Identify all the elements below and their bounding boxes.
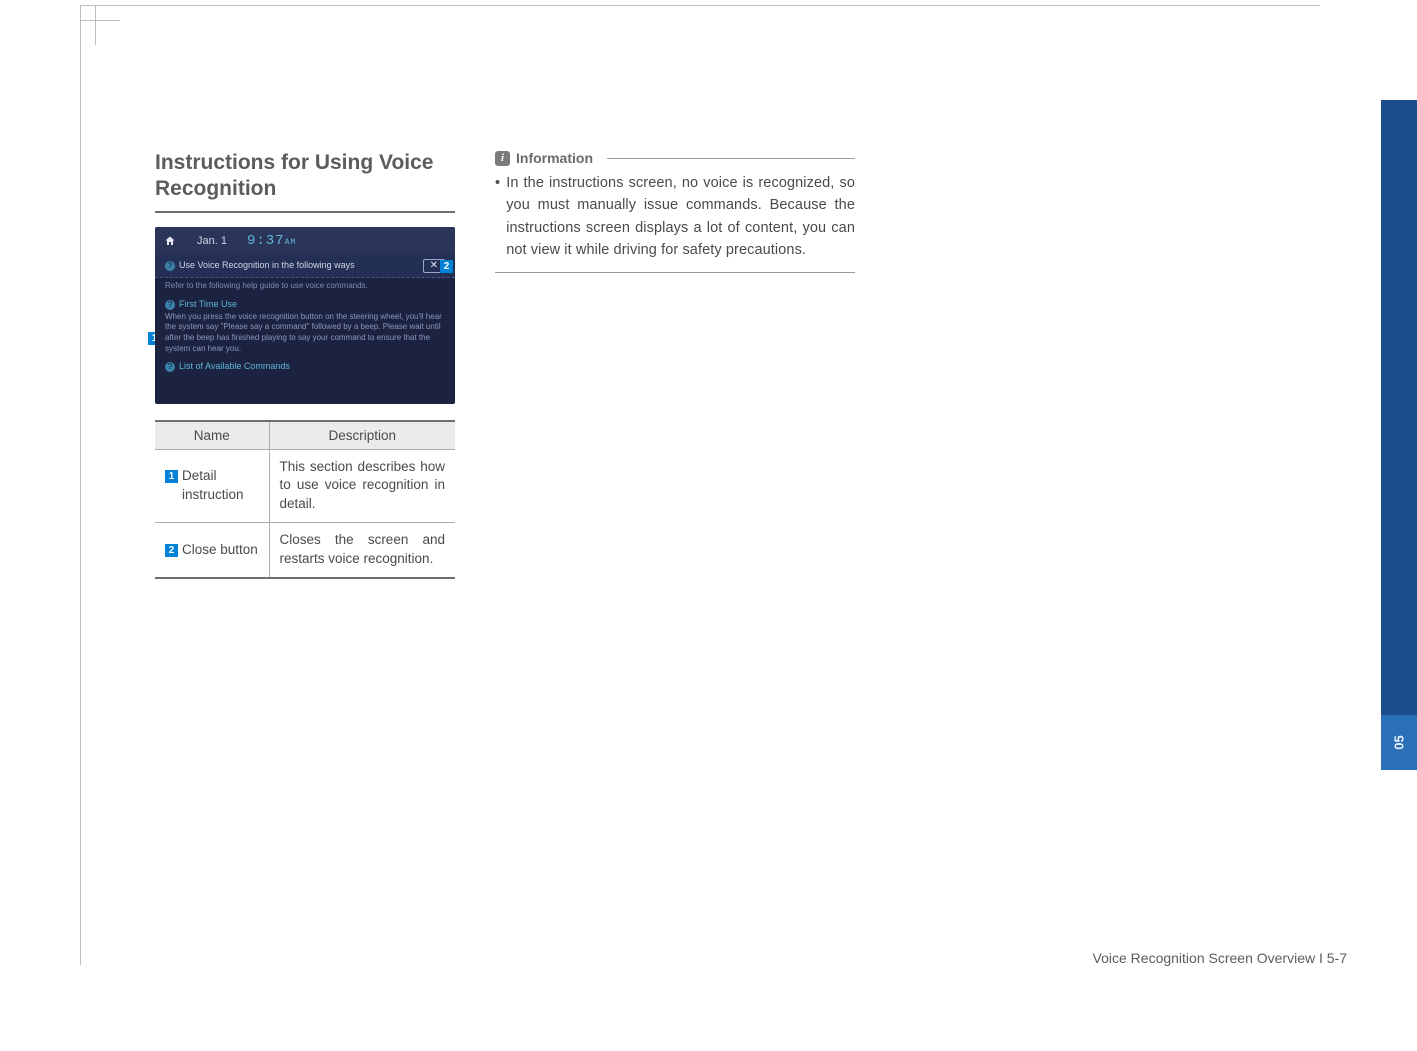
section-heading: Instructions for Using Voice Recognition [155,150,455,213]
side-tab-main [1381,100,1417,715]
info-icon: i [495,151,510,166]
side-tab-group: 05 [1381,100,1417,770]
help-icon: ? [165,362,175,372]
row-name: Detail instruction [182,467,259,505]
device-screenshot: Jan. 1 9:37AM ? Use Voice Recognition in … [155,227,455,404]
device-block-body: When you press the voice recognition but… [165,312,445,355]
info-header: i Information [495,150,855,166]
row-desc: Closes the screen and restarts voice rec… [269,523,455,578]
page-content: Instructions for Using Voice Recognition… [155,150,1255,579]
device-bar-title: Use Voice Recognition in the following w… [179,260,355,270]
help-icon: ? [165,261,175,271]
device-time: 9:37AM [247,233,296,249]
left-column: Instructions for Using Voice Recognition… [155,150,455,579]
device-list-title: ? List of Available Commands [155,359,455,376]
page-footer: Voice Recognition Screen Overview I 5-7 [1093,950,1347,966]
table-row: 2 Close button Closes the screen and res… [155,523,455,578]
close-icon: ✕ [430,260,438,271]
device-time-ampm: AM [285,238,297,247]
table-row: 1 Detail instruction This section descri… [155,449,455,523]
right-column: i Information • In the instructions scre… [495,150,855,579]
home-icon [163,234,177,248]
device-time-value: 9:37 [247,233,285,249]
side-tab-label: 05 [1392,735,1407,749]
crop-mark-inner-h [80,20,120,21]
info-bullet-text: In the instructions screen, no voice is … [506,172,855,262]
device-bar-left: ? Use Voice Recognition in the following … [165,260,355,271]
device-block-title: ? First Time Use [165,299,445,310]
callout-badge: 2 [165,544,178,557]
help-icon: ? [165,300,175,310]
row-desc: This section describes how to use voice … [269,449,455,523]
bullet-dot: • [495,172,500,262]
info-rule [607,158,855,159]
crop-mark-inner-v [95,5,96,45]
reference-table: Name Description 1 Detail instruction Th… [155,420,455,579]
device-status-bar: Jan. 1 9:37AM [155,227,455,255]
callout-badge: 1 [165,470,178,483]
side-tab-chapter: 05 [1381,715,1417,770]
device-date: Jan. 1 [197,235,227,247]
device-screenshot-wrap: 1 Jan. 1 9:37AM ?Use Voice Recogniti [155,227,455,404]
info-title: Information [516,150,593,166]
callout-marker-2: 2 [440,260,453,273]
device-first-time-block: ? First Time Use When you press the voice… [155,293,455,359]
info-bullet: • In the instructions screen, no voice i… [495,172,855,273]
row-name: Close button [182,541,258,560]
device-block-title-text: First Time Use [179,299,237,309]
device-subtext: Refer to the following help guide to use… [155,278,455,293]
device-title-bar: ? Use Voice Recognition in the following … [155,255,455,278]
device-list-title-text: List of Available Commands [179,361,290,371]
table-head-desc: Description [269,421,455,450]
table-head-name: Name [155,421,269,450]
